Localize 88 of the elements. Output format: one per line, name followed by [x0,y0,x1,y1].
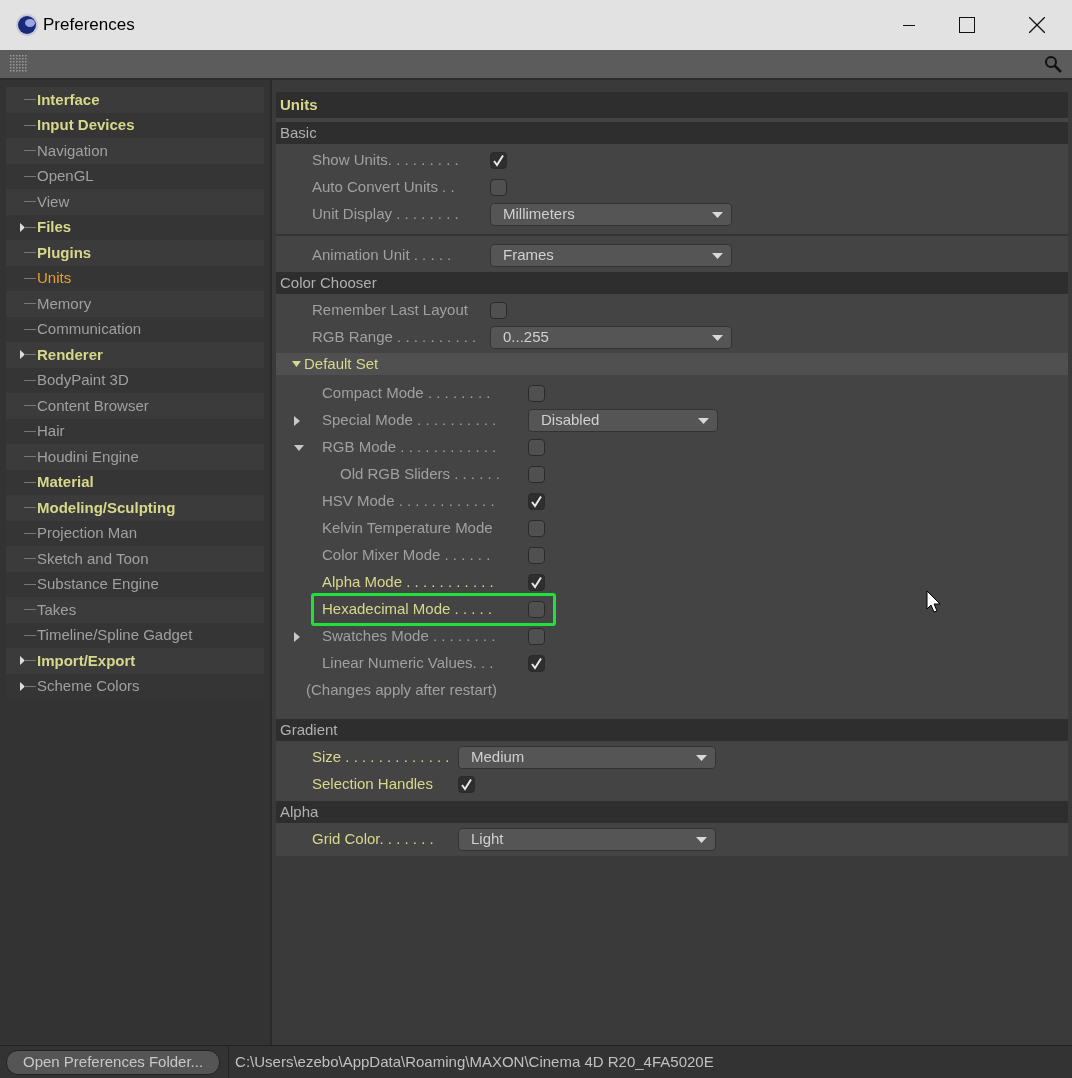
caret-icon [712,334,723,341]
page-header: Units [276,92,1068,118]
expand-arrow-icon[interactable] [20,222,25,232]
checkbox[interactable] [528,601,545,618]
expand-arrow-icon[interactable] [294,415,300,426]
setting-label: Compact Mode . . . . . . . . [322,383,491,404]
expand-arrow-icon[interactable] [20,656,25,666]
sidebar-item[interactable]: Plugins [6,240,264,266]
caret-icon [712,211,723,218]
setting-label: Auto Convert Units . . [312,177,455,198]
checkbox[interactable] [528,628,545,645]
setting-label: Animation Unit . . . . . [312,245,452,266]
grip-icon[interactable] [10,55,28,73]
caret-icon [712,252,723,259]
caret-icon [698,417,709,424]
setting-label: Kelvin Temperature Mode [322,518,493,539]
sidebar-item[interactable]: Navigation [6,138,264,164]
folder-path: C:\Users\ezebo\AppData\Roaming\MAXON\Cinema 4D R20_4FA5020E [235,1051,714,1072]
sidebar-item[interactable]: Takes [6,597,264,623]
checkmark-icon [530,657,543,670]
sidebar-item[interactable]: Houdini Engine [6,444,264,470]
setting-label: Grid Color. . . . . . . [312,829,434,850]
checkmark-icon [530,576,543,589]
section-header: Basic [276,122,1068,144]
checkbox[interactable] [528,385,545,402]
checkmark-icon [492,154,505,167]
sidebar-item[interactable]: Interface [6,87,264,113]
sidebar-item[interactable]: View [6,189,264,215]
expand-arrow-icon[interactable] [20,350,25,360]
caret-icon [696,836,707,843]
checkbox[interactable] [490,179,507,196]
sidebar-item[interactable]: Modeling/Sculpting [6,495,264,521]
sidebar-item[interactable]: Import/Export [6,648,264,674]
checkmark-icon [530,495,543,508]
setting-label: RGB Mode . . . . . . . . . . . . [322,437,497,458]
checkbox[interactable] [528,466,545,483]
setting-label: Size . . . . . . . . . . . . . [312,747,450,768]
setting-label: Remember Last Layout [312,300,468,321]
setting-label: Show Units. . . . . . . . . [312,150,459,171]
collapse-arrow-icon[interactable] [294,444,304,451]
dropdown[interactable]: Frames [490,244,732,267]
close-icon [1029,17,1045,33]
checkbox[interactable] [528,547,545,564]
checkbox[interactable] [528,574,545,591]
dropdown[interactable]: Disabled [528,409,718,432]
checkbox[interactable] [528,439,545,456]
setting-label: Unit Display . . . . . . . . [312,204,459,225]
expand-arrow-icon[interactable] [20,681,25,691]
sidebar-item[interactable]: Memory [6,291,264,317]
app-logo-icon [15,13,39,37]
window-title: Preferences [43,14,135,37]
cursor-icon [926,590,942,614]
checkbox[interactable] [528,655,545,672]
search-icon[interactable] [1044,55,1062,73]
minimize-icon [903,24,915,26]
section-header: Gradient [276,719,1068,741]
setting-label: Alpha Mode . . . . . . . . . . . [322,572,494,593]
setting-label: Old RGB Sliders . . . . . . [340,464,501,485]
sidebar-item[interactable]: Content Browser [6,393,264,419]
sidebar-item[interactable]: Renderer [6,342,264,368]
note-text: (Changes apply after restart) [306,680,497,701]
checkbox[interactable] [490,302,507,319]
setting-label: Swatches Mode . . . . . . . . [322,626,496,647]
setting-label: Color Mixer Mode . . . . . . [322,545,491,566]
sidebar-item[interactable]: Sketch and Toon [6,546,264,572]
maximize-icon [959,17,975,33]
open-folder-button[interactable]: Open Preferences Folder... [6,1049,221,1075]
section-header: Color Chooser [276,272,1068,294]
section-header: Alpha [276,801,1068,823]
setting-label: Selection Handles [312,774,433,795]
checkbox[interactable] [458,776,475,793]
checkbox[interactable] [490,152,507,169]
dropdown[interactable]: 0...255 [490,326,732,349]
dropdown[interactable]: Millimeters [490,203,732,226]
expand-arrow-icon[interactable] [294,631,300,642]
caret-icon [696,754,707,761]
checkbox[interactable] [528,520,545,537]
setting-label: Hexadecimal Mode . . . . . [322,599,493,620]
checkbox[interactable] [528,493,545,510]
setting-label: Special Mode . . . . . . . . . . [322,410,497,431]
setting-label: Linear Numeric Values. . . [322,653,494,674]
setting-label: HSV Mode . . . . . . . . . . . . [322,491,495,512]
checkmark-icon [460,778,473,791]
group-header[interactable]: Default Set [276,353,1068,375]
dropdown[interactable]: Medium [458,746,716,769]
dropdown[interactable]: Light [458,828,716,851]
collapse-arrow-icon [292,361,301,367]
setting-label: RGB Range . . . . . . . . . . [312,327,477,348]
